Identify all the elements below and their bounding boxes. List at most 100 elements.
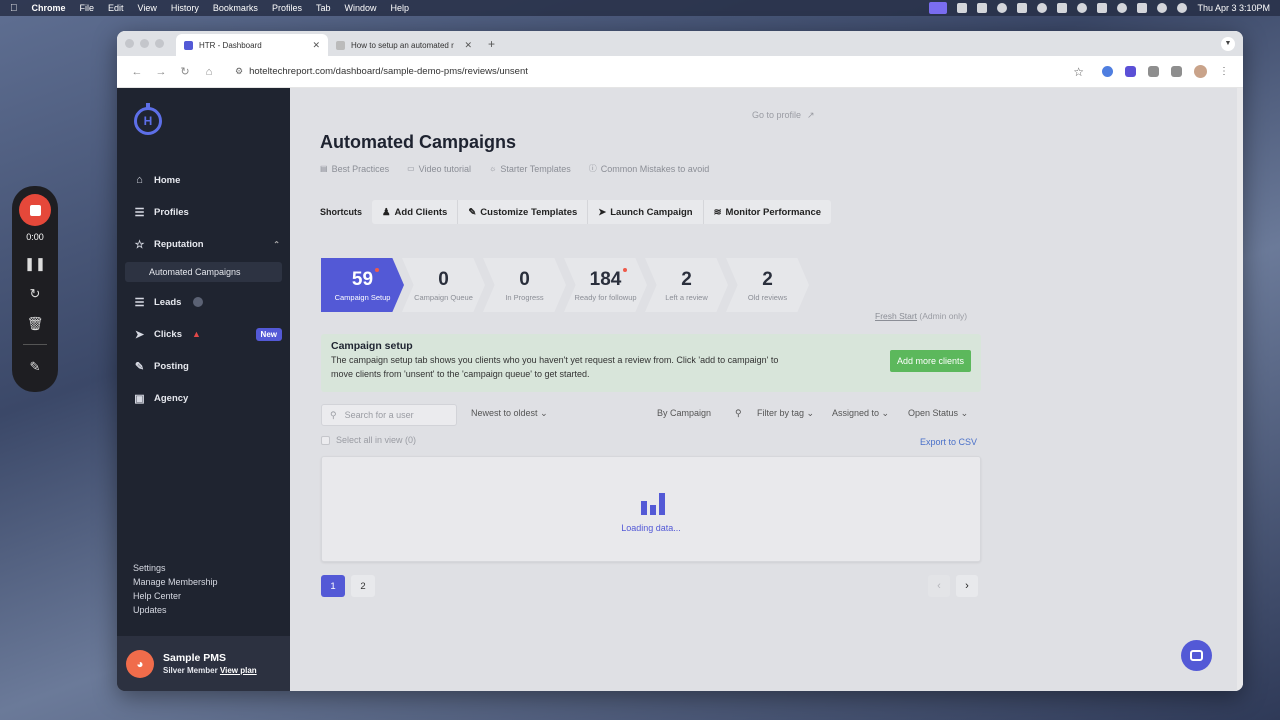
step-old-reviews[interactable]: 2 Old reviews (726, 258, 809, 312)
scrollbar[interactable] (1237, 88, 1243, 691)
add-clients-button[interactable]: ♟ Add Clients (372, 200, 459, 224)
menubar-clock[interactable]: Thu Apr 3 3:10PM (1197, 3, 1270, 13)
updates-link[interactable]: Updates (133, 603, 218, 617)
profile-avatar-icon[interactable] (1194, 65, 1207, 78)
minimize-window-button[interactable] (140, 39, 149, 48)
spotlight-icon[interactable] (1157, 3, 1168, 13)
draw-pencil-icon[interactable]: ✎ (30, 359, 41, 375)
address-bar[interactable]: ⚙ hoteltechreport.com/dashboard/sample-d… (235, 61, 1073, 83)
account-avatar[interactable]: ◕ (126, 649, 154, 678)
extension-icon[interactable] (957, 3, 968, 13)
step-campaign-queue[interactable]: 0 Campaign Queue (402, 258, 485, 312)
assigned-to-dropdown[interactable]: Assigned to ⌄ (832, 408, 889, 419)
extension-purple-icon[interactable] (1125, 66, 1136, 77)
step-count-value: 0 (519, 268, 530, 290)
launch-campaign-button[interactable]: ➤ Launch Campaign (588, 200, 704, 224)
menu-tab[interactable]: Tab (316, 3, 331, 13)
page-button-2[interactable]: 2 (351, 575, 375, 597)
siri-icon[interactable] (1177, 3, 1188, 13)
step-ready-for-followup[interactable]: 184 Ready for followup (564, 258, 647, 312)
trash-icon[interactable]: 🗑 (27, 316, 44, 332)
menu-app-name[interactable]: Chrome (32, 3, 66, 13)
tab-how-to-setup[interactable]: How to setup an automated r ✕ (328, 34, 480, 56)
go-to-profile-link[interactable]: Go to profile ↗ (752, 110, 815, 121)
menu-edit[interactable]: Edit (108, 3, 124, 13)
select-all-checkbox[interactable] (321, 435, 330, 445)
monitor-performance-button[interactable]: ≋ Monitor Performance (704, 200, 832, 224)
tab-search-chevron-icon[interactable]: ▼ (1221, 37, 1235, 51)
extension-at-icon[interactable] (1102, 66, 1113, 77)
site-settings-icon[interactable]: ⚙ (235, 66, 243, 77)
tab-htr-dashboard[interactable]: HTR - Dashboard ✕ (176, 34, 328, 56)
apple-icon[interactable]:  (10, 3, 18, 14)
pause-icon[interactable]: ❚❚ (24, 256, 46, 272)
focus-icon[interactable] (1117, 3, 1128, 13)
video-tutorial-link[interactable]: ▭ Video tutorial (407, 163, 471, 174)
sidebar-item-leads[interactable]: ☰ Leads (117, 286, 290, 318)
volume-icon[interactable] (1097, 3, 1108, 13)
menu-history[interactable]: History (171, 3, 199, 13)
extension-gray-icon[interactable] (1148, 66, 1159, 77)
home-icon[interactable]: ⌂ (197, 66, 221, 78)
zoom-window-button[interactable] (155, 39, 164, 48)
sidebar-item-posting[interactable]: ✎ Posting (117, 350, 290, 382)
menu-bookmarks[interactable]: Bookmarks (213, 3, 258, 13)
new-tab-icon[interactable]: + (488, 37, 495, 51)
fresh-start-link[interactable]: Fresh Start (875, 311, 917, 321)
wifi-icon[interactable] (1137, 3, 1148, 13)
open-status-dropdown[interactable]: Open Status ⌄ (908, 408, 968, 419)
kebab-menu-icon[interactable]: ⋮ (1219, 66, 1229, 77)
stop-recording-button[interactable] (19, 194, 51, 226)
back-arrow-icon[interactable]: ← (125, 66, 149, 78)
sidebar-subitem-automated-campaigns[interactable]: Automated Campaigns (125, 262, 282, 282)
filter-search-icon[interactable]: ⚲ (735, 408, 742, 419)
best-practices-link[interactable]: ▤ Best Practices (320, 163, 389, 174)
prev-page-chevron-left-icon[interactable]: ‹ (928, 575, 950, 597)
password-icon[interactable] (997, 3, 1008, 13)
help-center-link[interactable]: Help Center (133, 589, 218, 603)
page-button-1[interactable]: 1 (321, 575, 345, 597)
chat-support-button[interactable] (1181, 640, 1212, 671)
starter-templates-link[interactable]: ☼ Starter Templates (489, 163, 571, 174)
menu-window[interactable]: Window (344, 3, 376, 13)
by-campaign-dropdown[interactable]: By Campaign (657, 408, 711, 418)
export-csv-link[interactable]: Export to CSV (920, 437, 977, 447)
dropbox-icon[interactable] (1057, 3, 1068, 13)
reload-icon[interactable]: ↻ (173, 65, 197, 78)
htr-logo-icon[interactable]: H (134, 103, 162, 135)
manage-membership-link[interactable]: Manage Membership (133, 575, 218, 589)
step-left-a-review[interactable]: 2 Left a review (645, 258, 728, 312)
search-input[interactable] (344, 410, 445, 420)
common-mistakes-link[interactable]: ⓘ Common Mistakes to avoid (589, 163, 710, 174)
step-campaign-setup[interactable]: 59 Campaign Setup (321, 258, 404, 312)
sidebar-item-reputation[interactable]: ☆ Reputation ⌃ (117, 228, 290, 260)
close-window-button[interactable] (125, 39, 134, 48)
sidebar-item-home[interactable]: ⌂ Home (117, 164, 290, 196)
menu-file[interactable]: File (80, 3, 95, 13)
brightness-icon[interactable] (1037, 3, 1048, 13)
settings-link[interactable]: Settings (133, 561, 218, 575)
note-icon[interactable] (1017, 3, 1028, 13)
menu-profiles[interactable]: Profiles (272, 3, 302, 13)
sidebar-item-agency[interactable]: ▣ Agency (117, 382, 290, 414)
restart-icon[interactable]: ↻ (30, 286, 41, 302)
menu-help[interactable]: Help (390, 3, 409, 13)
sidebar-item-clicks[interactable]: ➤ Clicks ▲ New (117, 318, 290, 350)
cloud-icon[interactable] (977, 3, 988, 13)
filter-by-tag-dropdown[interactable]: Filter by tag ⌄ (757, 408, 814, 419)
menu-view[interactable]: View (138, 3, 157, 13)
forward-arrow-icon[interactable]: → (149, 66, 173, 78)
view-plan-link[interactable]: View plan (220, 666, 257, 675)
screen-recording-icon[interactable] (929, 2, 948, 14)
puzzle-icon[interactable] (1171, 66, 1182, 77)
sort-dropdown[interactable]: Newest to oldest ⌄ (471, 408, 548, 419)
bell-icon[interactable] (1077, 3, 1088, 13)
customize-templates-button[interactable]: ✎ Customize Templates (458, 200, 589, 224)
sidebar-item-profiles[interactable]: ☰ Profiles (117, 196, 290, 228)
next-page-chevron-right-icon[interactable]: › (956, 575, 978, 597)
step-in-progress[interactable]: 0 In Progress (483, 258, 566, 312)
close-tab-icon[interactable]: ✕ (312, 40, 320, 51)
close-tab-icon[interactable]: ✕ (464, 40, 472, 51)
bookmark-star-icon[interactable]: ☆ (1073, 65, 1084, 79)
add-more-clients-button[interactable]: Add more clients (889, 350, 971, 372)
